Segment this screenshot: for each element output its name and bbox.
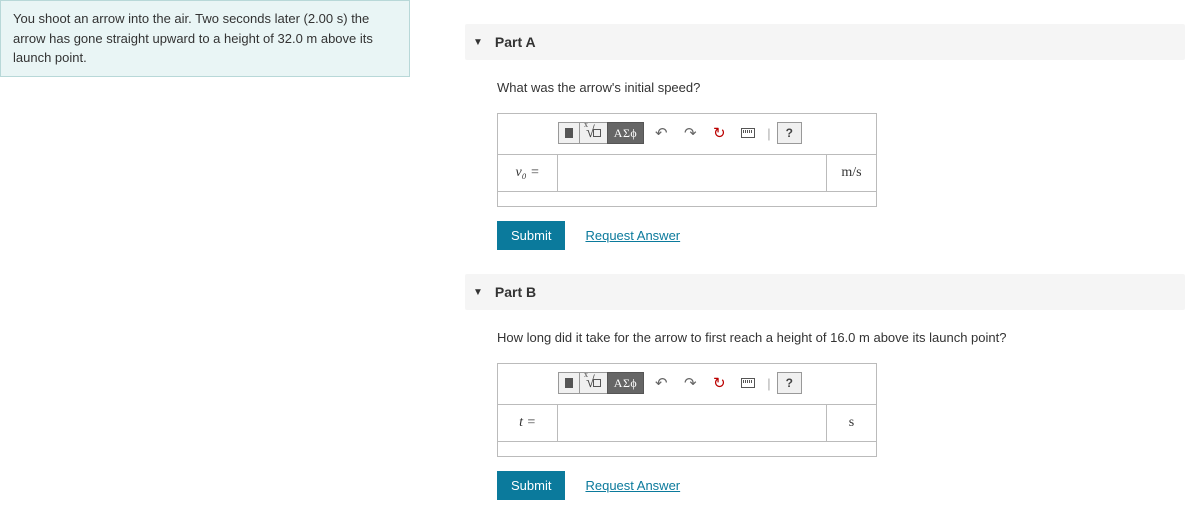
part-b-question: How long did it take for the arrow to fi… [497, 330, 1153, 345]
submit-button[interactable]: Submit [497, 221, 565, 250]
part-a-title: Part A [495, 34, 536, 50]
reset-icon[interactable]: ↻ [706, 372, 732, 394]
problem-text: You shoot an arrow into the air. Two sec… [13, 11, 373, 65]
root-icon[interactable]: x√ [579, 122, 608, 144]
greek-button[interactable]: ΑΣϕ [607, 372, 644, 394]
undo-icon[interactable]: ↶ [648, 122, 674, 144]
variable-label: t = [498, 405, 558, 441]
problem-statement: You shoot an arrow into the air. Two sec… [0, 0, 410, 77]
part-b-title: Part B [495, 284, 536, 300]
part-a-header[interactable]: ▼ Part A [465, 24, 1185, 60]
redo-icon[interactable]: ↷ [677, 372, 703, 394]
toolbar-divider: | [767, 126, 770, 141]
redo-icon[interactable]: ↷ [677, 122, 703, 144]
undo-icon[interactable]: ↶ [648, 372, 674, 394]
request-answer-link[interactable]: Request Answer [585, 228, 680, 243]
help-button[interactable]: ? [777, 372, 802, 394]
keyboard-icon[interactable] [735, 122, 761, 144]
greek-button[interactable]: ΑΣϕ [607, 122, 644, 144]
help-button[interactable]: ? [777, 122, 802, 144]
template-icon[interactable] [558, 372, 580, 394]
root-icon[interactable]: x√ [579, 372, 608, 394]
caret-down-icon: ▼ [473, 37, 483, 48]
keyboard-icon[interactable] [735, 372, 761, 394]
caret-down-icon: ▼ [473, 287, 483, 298]
part-b-answer-box: x√ ΑΣϕ ↶ ↷ ↻ | ? t = s [497, 363, 877, 457]
part-b-header[interactable]: ▼ Part B [465, 274, 1185, 310]
submit-button[interactable]: Submit [497, 471, 565, 500]
toolbar: x√ ΑΣϕ ↶ ↷ ↻ | ? [498, 364, 876, 404]
toolbar: x√ ΑΣϕ ↶ ↷ ↻ | ? [498, 114, 876, 154]
template-icon[interactable] [558, 122, 580, 144]
part-b: ▼ Part B How long did it take for the ar… [465, 274, 1185, 500]
units-label: m/s [826, 155, 876, 191]
part-a-question: What was the arrow's initial speed? [497, 80, 1153, 95]
variable-label: v₀ = [498, 155, 558, 191]
part-a: ▼ Part A What was the arrow's initial sp… [465, 24, 1185, 250]
units-label: s [826, 405, 876, 441]
request-answer-link[interactable]: Request Answer [585, 478, 680, 493]
part-a-answer-box: x√ ΑΣϕ ↶ ↷ ↻ | ? v₀ = m/s [497, 113, 877, 207]
answer-input[interactable] [558, 405, 826, 441]
reset-icon[interactable]: ↻ [706, 122, 732, 144]
answer-input[interactable] [558, 155, 826, 191]
toolbar-divider: | [767, 376, 770, 391]
